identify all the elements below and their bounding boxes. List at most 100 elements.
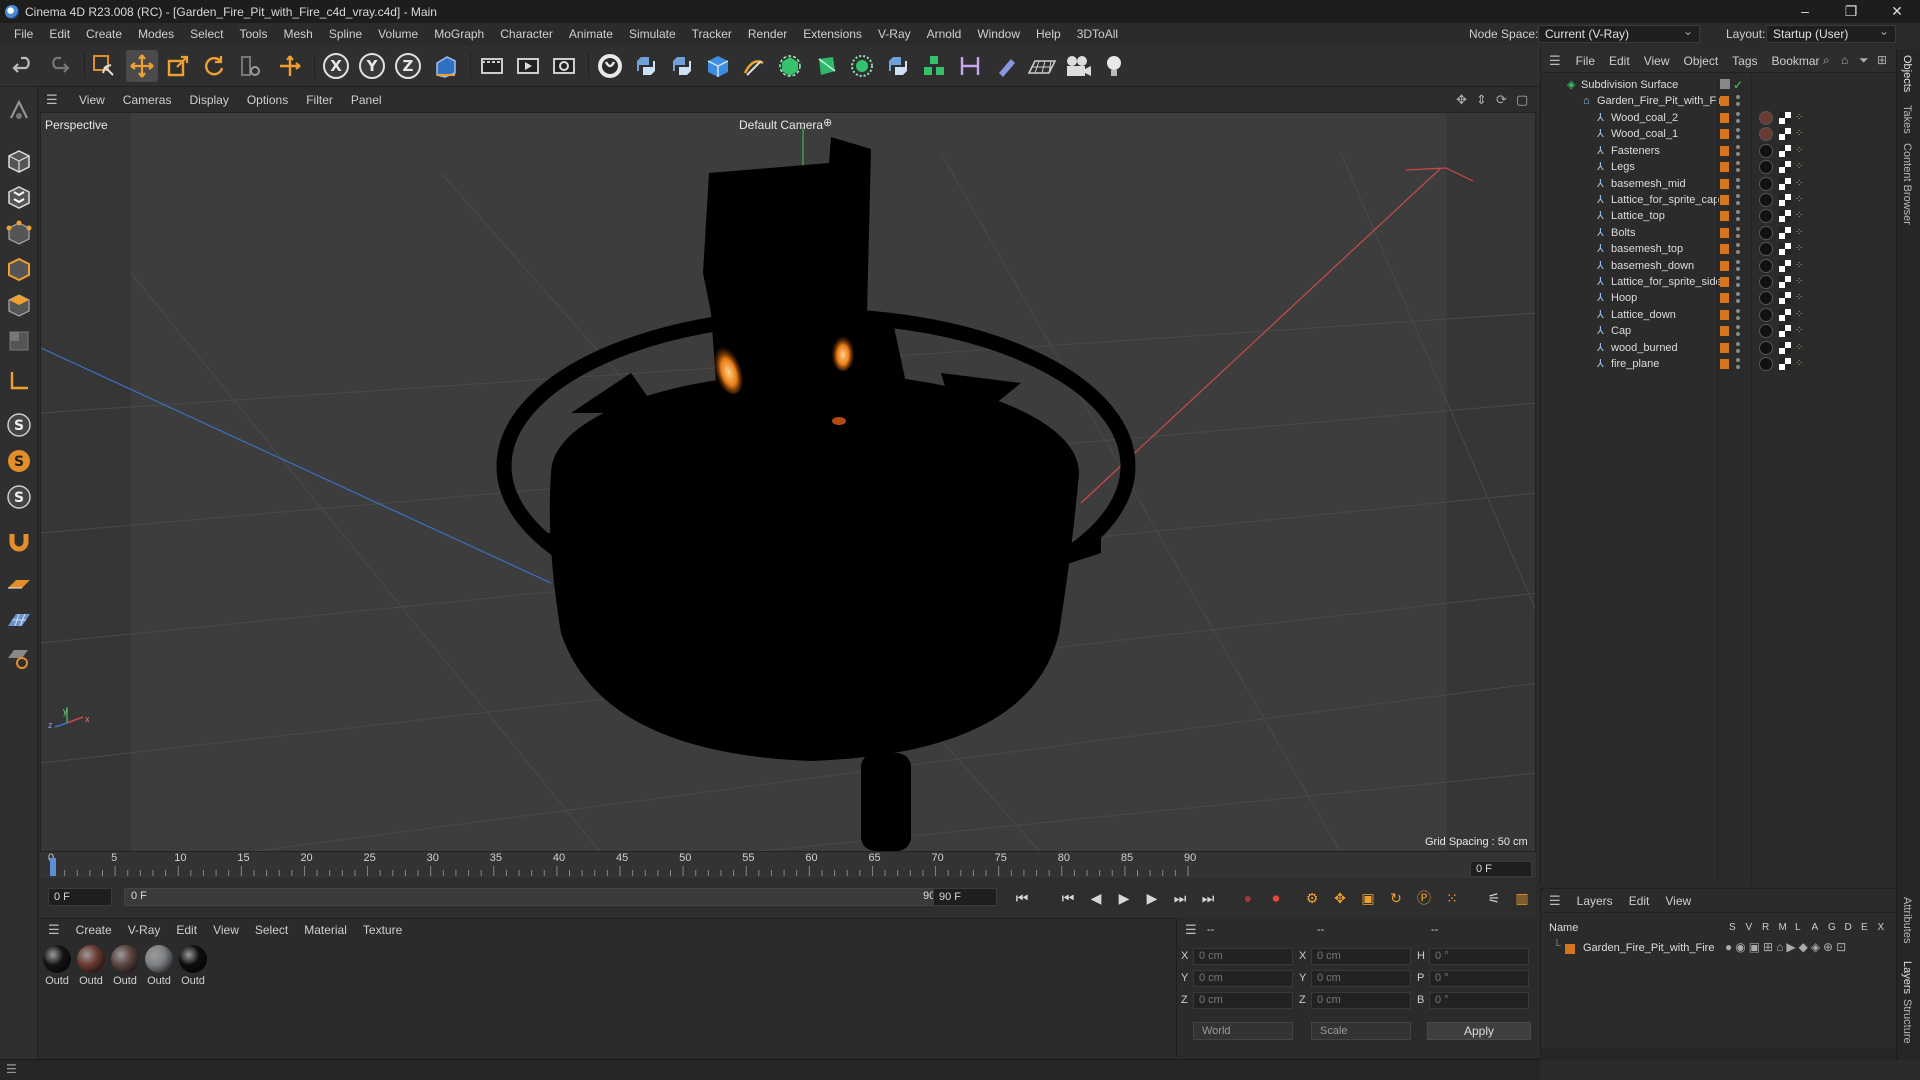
material-preview[interactable] [43, 945, 71, 973]
apply-button[interactable]: Apply [1427, 1022, 1531, 1040]
material-tag-icon[interactable] [1759, 357, 1773, 371]
material-item[interactable]: Outd [178, 945, 208, 987]
material-tag-icon[interactable] [1759, 258, 1773, 273]
vray-tag-icon[interactable]: ⁘ [1795, 210, 1807, 222]
layer-color-swatch[interactable] [1720, 195, 1729, 205]
light-object-icon[interactable] [1098, 50, 1130, 82]
layer-name[interactable]: Garden_Fire_Pit_with_Fire [1583, 942, 1714, 954]
layout-dropdown[interactable]: Startup (User) [1766, 23, 1896, 43]
viewport-menu-panel[interactable]: Panel [342, 93, 391, 107]
texture-mode-icon[interactable] [3, 181, 35, 213]
frame-range-slider[interactable]: 0 F 90 F [124, 888, 960, 906]
coordinate-system-icon[interactable] [274, 50, 306, 82]
layer-color-swatch[interactable] [1720, 326, 1729, 337]
coord-field-x-pos[interactable]: 0 cm [1193, 948, 1293, 965]
edges-mode-icon[interactable] [3, 253, 35, 285]
vray-tag-icon[interactable]: ⁘ [1795, 128, 1807, 140]
timeline-options-icon[interactable]: ⚟ [1482, 886, 1506, 910]
go-to-previous-key-icon[interactable]: ⏮ [1056, 886, 1080, 910]
visibility-dots-icon[interactable] [1736, 358, 1740, 370]
material-menu-select[interactable]: Select [247, 923, 296, 937]
vray-tag-icon[interactable]: ⁘ [1795, 112, 1807, 124]
material-menu-view[interactable]: View [205, 923, 247, 937]
vray-tag-icon[interactable]: ⁘ [1795, 276, 1807, 288]
undo-icon[interactable] [8, 50, 40, 82]
viewport-menu-display[interactable]: Display [180, 93, 237, 107]
autokeying-icon[interactable]: ⏺ [1264, 886, 1288, 910]
layer-color-swatch[interactable] [1720, 113, 1729, 123]
object-name[interactable]: fire_plane [1611, 354, 1659, 374]
coord-field-z-size[interactable]: 0 cm [1311, 992, 1411, 1009]
keyframe-selection-icon[interactable]: ⚙ [1300, 886, 1324, 910]
layer-color-swatch[interactable] [1720, 227, 1729, 238]
node-space-dropdown[interactable]: Current (V-Ray) [1538, 23, 1700, 43]
menu-select[interactable]: Select [182, 23, 231, 45]
check-visible-icon[interactable] [1720, 79, 1730, 89]
menu-mesh[interactable]: Mesh [275, 23, 320, 45]
object-menu-file[interactable]: File [1569, 54, 1602, 68]
polygons-mode-icon[interactable] [3, 289, 35, 321]
material-tag-icon[interactable] [1759, 127, 1773, 142]
grid-icon[interactable] [3, 605, 35, 637]
material-menu-create[interactable]: Create [68, 923, 120, 937]
material-item[interactable]: Outd [42, 945, 72, 987]
coord-field-h-rot[interactable]: 0 ° [1429, 948, 1529, 965]
menu-spline[interactable]: Spline [321, 23, 370, 45]
magnet-icon[interactable] [3, 525, 35, 557]
workplane-snap-icon[interactable]: S [3, 481, 35, 513]
material-tag-icon[interactable] [1759, 209, 1773, 224]
record-keys-icon[interactable]: ● [1236, 886, 1260, 910]
measure-tool-icon[interactable] [954, 50, 986, 82]
layer-color-swatch[interactable] [1720, 178, 1729, 189]
object-menu-bookmar[interactable]: Bookmar [1765, 54, 1827, 68]
layer-menu-layers[interactable]: Layers [1569, 894, 1621, 908]
layer-color-swatch[interactable] [1720, 145, 1729, 156]
coord-field-p-rot[interactable]: 0 ° [1429, 970, 1529, 987]
coord-field-x-size[interactable]: 0 cm [1311, 948, 1411, 965]
tab-layers[interactable]: Layers [1901, 961, 1913, 994]
layer-color-swatch[interactable] [1720, 211, 1729, 222]
material-menu-material[interactable]: Material [296, 923, 355, 937]
y-axis-lock-icon[interactable]: Y [356, 50, 388, 82]
visibility-dots-icon[interactable] [1736, 95, 1740, 107]
menu-help[interactable]: Help [1028, 23, 1069, 45]
tab-objects[interactable]: Objects [1901, 55, 1913, 92]
vray-tag-icon[interactable]: ⁘ [1795, 358, 1807, 370]
redo-icon[interactable] [42, 50, 74, 82]
menu-v-ray[interactable]: V-Ray [870, 23, 919, 45]
viewport-menu-cameras[interactable]: Cameras [114, 93, 181, 107]
material-preview[interactable] [77, 945, 105, 973]
field-icon[interactable] [846, 50, 878, 82]
timeline-window-icon[interactable]: ▥ [1510, 886, 1534, 910]
pen-spline-icon[interactable] [738, 50, 770, 82]
end-frame-field[interactable]: 90 F [933, 888, 997, 906]
key-position-icon[interactable]: ✥ [1328, 886, 1352, 910]
next-frame-icon[interactable]: ▶ [1140, 886, 1164, 910]
cube-object-icon[interactable] [702, 50, 734, 82]
snap-icon[interactable]: S [3, 409, 35, 441]
tab-structure[interactable]: Structure [1901, 999, 1913, 1044]
visibility-dots-icon[interactable] [1736, 210, 1740, 222]
scale-tool-icon[interactable] [162, 50, 194, 82]
visibility-dots-icon[interactable] [1736, 292, 1740, 304]
visibility-dots-icon[interactable] [1736, 308, 1740, 321]
material-tag-icon[interactable] [1759, 275, 1773, 289]
material-preview[interactable] [111, 945, 139, 973]
checker-tag-icon[interactable] [1779, 243, 1791, 256]
material-tag-icon[interactable] [1759, 291, 1773, 306]
x-axis-lock-icon[interactable]: X [320, 50, 352, 82]
layer-color-swatch[interactable] [1720, 293, 1729, 304]
checker-tag-icon[interactable] [1779, 292, 1791, 305]
viewport-menu-options[interactable]: Options [238, 93, 297, 107]
camera-object-icon[interactable] [1062, 50, 1094, 82]
start-frame-field[interactable]: 0 F [48, 888, 112, 906]
menu-animate[interactable]: Animate [561, 23, 621, 45]
menu-volume[interactable]: Volume [370, 23, 426, 45]
menu-create[interactable]: Create [78, 23, 130, 45]
z-axis-lock-icon[interactable]: Z [392, 50, 424, 82]
layer-menu-edit[interactable]: Edit [1621, 894, 1658, 908]
material-tag-icon[interactable] [1759, 242, 1773, 257]
visibility-dots-icon[interactable] [1736, 112, 1740, 124]
menu-window[interactable]: Window [969, 23, 1028, 45]
camera-label[interactable]: Default Camera [739, 118, 823, 132]
